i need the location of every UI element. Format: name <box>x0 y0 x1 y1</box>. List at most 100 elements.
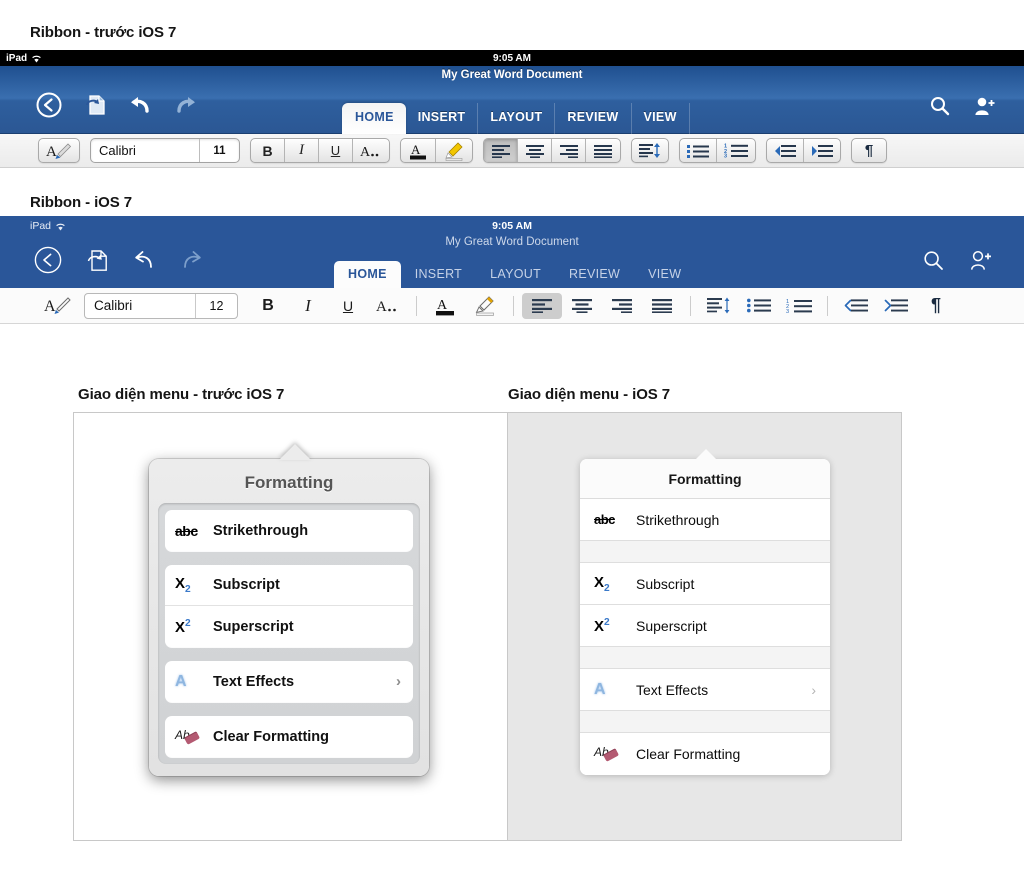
toolbar-divider <box>416 295 417 316</box>
strikethrough-icon: abc <box>175 522 198 539</box>
undo-icon[interactable] <box>128 95 152 115</box>
menu-item-strikethrough[interactable]: abc Strikethrough <box>580 499 830 541</box>
menu-item-superscript[interactable]: X2 Superscript <box>165 606 413 647</box>
toolbar-divider <box>827 295 828 316</box>
menu-item-subscript[interactable]: X2 Subscript <box>165 565 413 606</box>
line-spacing-button[interactable] <box>699 293 739 319</box>
subscript-icon: X2 <box>594 573 610 594</box>
add-person-icon[interactable] <box>974 96 996 116</box>
tab-view[interactable]: VIEW <box>632 103 690 134</box>
clear-formatting-icon: Ab <box>594 745 636 763</box>
back-icon[interactable] <box>36 92 62 118</box>
underline-button[interactable]: U <box>319 139 353 162</box>
menu-item-superscript[interactable]: X2 Superscript <box>580 605 830 647</box>
align-left-button[interactable] <box>522 292 562 319</box>
menu-item-label: Superscript <box>213 618 294 635</box>
search-icon[interactable] <box>923 250 944 271</box>
italic-button[interactable]: I <box>288 293 328 319</box>
numbered-list-button[interactable]: 123 <box>779 293 819 319</box>
text-effects-icon: A <box>594 680 606 698</box>
menu-item-clear-formatting[interactable]: Ab Clear Formatting <box>580 733 830 775</box>
format-painter-button[interactable]: A <box>39 139 79 162</box>
undo-icon[interactable] <box>132 249 156 271</box>
format-painter-button[interactable]: A <box>38 293 78 319</box>
bulleted-list-button[interactable] <box>680 139 717 162</box>
menu-item-label: Strikethrough <box>213 522 309 539</box>
redo-icon[interactable] <box>180 249 204 271</box>
menu-item-clear-formatting[interactable]: Ab Clear Formatting <box>165 716 413 757</box>
align-center-button[interactable] <box>518 139 552 162</box>
nav-icon-group <box>34 246 204 274</box>
font-name-input[interactable]: Calibri <box>91 139 199 162</box>
menu-section-text-effects: A Text Effects › <box>165 661 413 702</box>
align-justify-button[interactable] <box>586 139 620 162</box>
menu-item-label: Subscript <box>636 575 695 592</box>
decrease-indent-button[interactable] <box>836 293 876 319</box>
font-name-input[interactable]: Calibri <box>85 294 195 318</box>
menu-item-text-effects[interactable]: A Text Effects › <box>165 661 413 702</box>
tab-home[interactable]: HOME <box>334 261 401 288</box>
tab-insert[interactable]: INSERT <box>401 261 476 288</box>
svg-text:A: A <box>411 142 421 157</box>
menu-item-label: Subscript <box>213 577 280 593</box>
underline-button[interactable]: U <box>328 293 368 319</box>
menu-item-subscript[interactable]: X2 Subscript <box>580 563 830 605</box>
superscript-icon: X2 <box>594 616 610 635</box>
menu-item-label: Superscript <box>636 617 707 634</box>
tab-view[interactable]: VIEW <box>634 261 695 288</box>
align-justify-button[interactable] <box>642 293 682 319</box>
italic-button[interactable]: I <box>285 139 319 162</box>
bold-button[interactable]: B <box>248 293 288 319</box>
font-size-input[interactable]: 11 <box>199 139 239 162</box>
highlighter-button[interactable] <box>436 139 472 162</box>
caption-menu-new: Giao diện menu - iOS 7 <box>508 386 670 403</box>
line-spacing-group <box>631 138 669 163</box>
menu-item-strikethrough[interactable]: abc Strikethrough <box>165 510 413 551</box>
back-icon[interactable] <box>34 246 62 274</box>
more-font-options-button[interactable]: A <box>368 293 408 319</box>
align-right-button[interactable] <box>602 293 642 319</box>
tab-insert[interactable]: INSERT <box>406 103 479 134</box>
tab-layout[interactable]: LAYOUT <box>476 261 555 288</box>
bold-button[interactable]: B <box>251 139 285 162</box>
more-font-options-button[interactable]: A <box>353 139 389 162</box>
tab-layout[interactable]: LAYOUT <box>478 103 556 134</box>
alignment-group <box>522 291 682 321</box>
font-color-button[interactable]: A <box>425 293 465 319</box>
show-formatting-marks-button[interactable]: ¶ <box>916 293 956 319</box>
tab-review[interactable]: REVIEW <box>555 103 632 134</box>
formatting-marks-group: ¶ <box>916 291 956 321</box>
list-group: 123 <box>679 138 756 163</box>
bulleted-list-button[interactable] <box>739 293 779 319</box>
align-center-button[interactable] <box>562 293 602 319</box>
show-formatting-marks-button[interactable]: ¶ <box>852 139 886 162</box>
increase-indent-button[interactable] <box>876 293 916 319</box>
add-person-icon[interactable] <box>970 250 992 271</box>
line-spacing-button[interactable] <box>632 139 668 162</box>
menu-item-label: Clear Formatting <box>213 728 330 745</box>
font-color-group: A <box>425 291 505 321</box>
strikethrough-icon: abc <box>594 512 615 527</box>
menu-item-label: Clear Formatting <box>636 746 741 762</box>
numbered-list-button[interactable]: 123 <box>717 139 755 162</box>
font-field: Calibri 11 <box>90 138 240 163</box>
font-field: Calibri 12 <box>84 292 238 319</box>
search-icon[interactable] <box>930 96 950 116</box>
align-left-button[interactable] <box>484 139 518 162</box>
share-icon[interactable] <box>84 94 106 116</box>
increase-indent-button[interactable] <box>804 139 840 162</box>
highlighter-button[interactable] <box>465 293 505 319</box>
font-size-input[interactable]: 12 <box>195 293 237 318</box>
toolbar-divider <box>690 295 691 316</box>
tab-home[interactable]: HOME <box>342 103 406 134</box>
align-right-button[interactable] <box>552 139 586 162</box>
decrease-indent-button[interactable] <box>767 139 804 162</box>
menu-item-text-effects[interactable]: A Text Effects › <box>580 669 830 711</box>
svg-text:A: A <box>437 298 448 313</box>
font-color-button[interactable]: A <box>401 139 436 162</box>
panel-menu-pre-ios7: Formatting abc Strikethrough X2 Subscrip… <box>74 413 507 840</box>
share-icon[interactable] <box>86 249 108 272</box>
tab-review[interactable]: REVIEW <box>555 261 634 288</box>
redo-icon[interactable] <box>174 95 198 115</box>
svg-text:A: A <box>376 299 387 315</box>
